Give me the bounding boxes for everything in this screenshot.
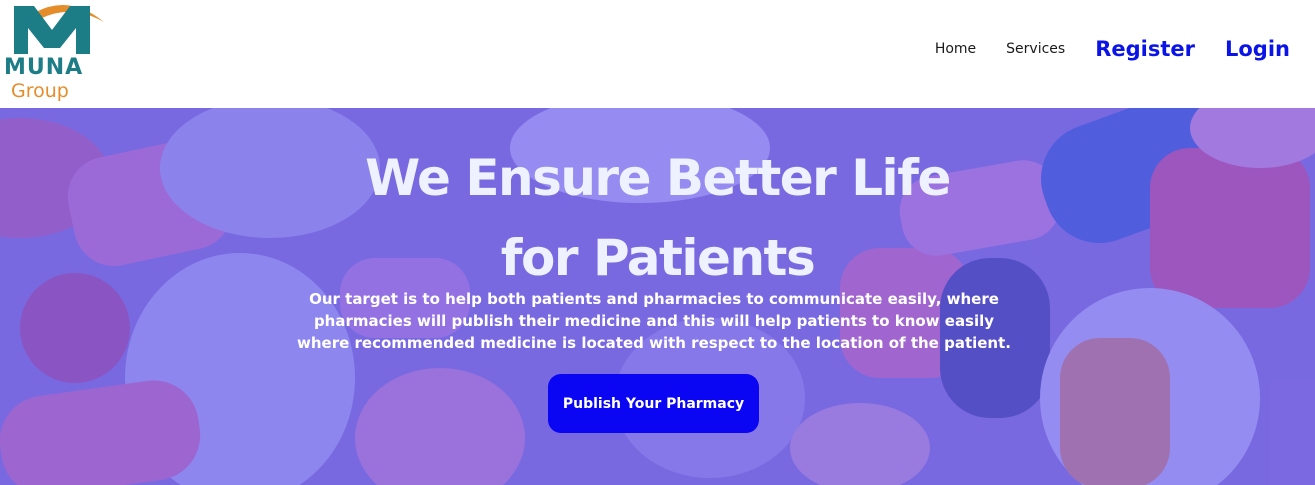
hero-title-line-2: for Patients [500,229,816,287]
nav-services-link[interactable]: Services [1006,41,1065,57]
logo-m-mark-icon [14,4,104,54]
logo-subtitle: Group [11,80,69,102]
hero-title: We Ensure Better Life for Patients [0,138,1315,298]
main-nav: Home Services Register Login [935,0,1315,98]
hero-description: Our target is to help both patients and … [297,290,1011,352]
login-link[interactable]: Login [1225,37,1290,61]
hero-section: We Ensure Better Life for Patients Our t… [0,108,1315,485]
logo-wordmark: MUNA [4,55,84,80]
nav-home-link[interactable]: Home [935,41,976,57]
hero-title-line-1: We Ensure Better Life [365,149,951,207]
register-link[interactable]: Register [1095,37,1195,61]
publish-pharmacy-button[interactable]: Publish Your Pharmacy [548,374,759,433]
site-header: MUNA Group Home Services Register Login [0,0,1315,108]
muna-group-logo[interactable]: MUNA Group [0,0,118,108]
